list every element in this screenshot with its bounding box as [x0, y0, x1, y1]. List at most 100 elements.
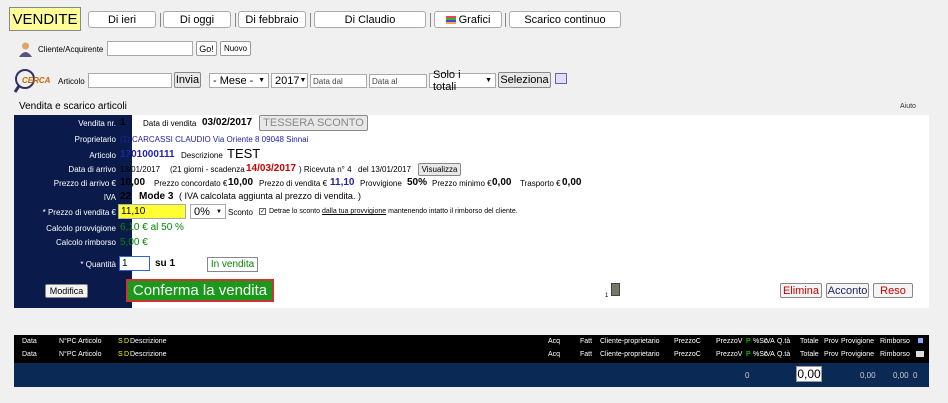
trasporto-value: 0,00	[562, 177, 582, 188]
data-dal-input[interactable]: Data dal	[310, 74, 367, 88]
tab-grafici[interactable]: Grafici	[434, 11, 502, 28]
user-icon	[19, 42, 32, 57]
label-prezzo-arrivo: Prezzo di arrivo €	[53, 179, 116, 188]
proprietario-link[interactable]: (1) CARCASSI CLAUDIO Via Oriente 8 09048…	[120, 135, 308, 144]
print-icon[interactable]	[916, 351, 924, 357]
scadenza-value: 14/03/2017	[246, 163, 297, 174]
tab-di-ieri[interactable]: Di ieri	[88, 11, 156, 28]
nuovo-button[interactable]: Nuovo	[220, 41, 251, 56]
label-proprietario: Proprietario	[74, 135, 116, 144]
list-totals	[14, 363, 929, 387]
table-header-cell: PrezzoC	[674, 338, 701, 345]
go-button[interactable]: Go!	[196, 41, 217, 56]
table-header-cell: Totale	[800, 351, 819, 358]
table-header-cell: Cliente-proprietario	[600, 351, 660, 358]
table-header-cell: IVA	[764, 351, 775, 358]
table-header-cell: S	[118, 338, 123, 345]
table-header-cell: D	[124, 351, 130, 358]
table-header-cell: S	[118, 351, 123, 358]
data-al-input[interactable]: Data al	[369, 74, 427, 88]
ricevuta-text: ) Ricevuta n° 4	[299, 165, 352, 174]
prezzo-concordato-value: 10,00	[228, 177, 254, 188]
iva-value: 22	[120, 191, 132, 202]
table-header-cell: P	[746, 338, 751, 345]
label-calcolo-rimborso: Calcolo rimborso	[55, 238, 116, 247]
label-articolo: Articolo	[89, 151, 116, 160]
prezzo-vendita-ro: 11,10	[330, 177, 355, 188]
tab-di-febbraio[interactable]: Di febbraio	[238, 11, 306, 28]
table-header-cell: N°PC Articolo	[59, 351, 102, 358]
phone-icon	[611, 283, 620, 296]
vendita-panel: Vendita nr. Proprietario Articolo Data d…	[14, 115, 929, 308]
total-count: 0	[745, 371, 750, 380]
trasporto-label: Trasporto €	[520, 179, 561, 188]
total-rimborso: 0,00	[893, 371, 909, 380]
iva-note: ( IVA calcolata aggiunta al prezzo di ve…	[179, 191, 361, 201]
articolo-input[interactable]	[88, 73, 172, 88]
table-header-cell: N°PC Articolo	[59, 338, 102, 345]
total-amount: 0,00	[796, 366, 822, 382]
vendite-button[interactable]: VENDITE	[9, 7, 81, 31]
calendar-icon[interactable]	[555, 73, 567, 84]
chevron-down-icon: ▼	[299, 77, 307, 84]
prezzo-arrivo-value: 10,00	[120, 177, 146, 188]
chevron-down-icon: ▼	[258, 77, 265, 84]
vendita-nr-value: 1	[120, 117, 126, 128]
table-header-cell: Provigione	[841, 338, 875, 345]
cerca-logo-icon: CERCA	[13, 68, 56, 94]
invia-button[interactable]: Invia	[174, 72, 201, 88]
prezzo-minimo-value: 0,00	[492, 177, 512, 188]
table-header-cell: Data	[22, 351, 37, 358]
table-header-cell: D	[124, 338, 130, 345]
count-text: 1	[605, 293, 609, 299]
table-header-cell: Q.tà	[777, 351, 791, 358]
elimina-button[interactable]: Elimina	[780, 283, 822, 298]
table-header-cell: Fatt	[580, 351, 593, 358]
quantita-input[interactable]: 1	[119, 256, 150, 271]
chevron-down-icon: ▼	[485, 77, 492, 84]
chart-icon	[445, 15, 456, 24]
tab-di-oggi[interactable]: Di oggi	[163, 11, 231, 28]
cliente-label: Cliente/Acquirente	[38, 45, 104, 54]
table-header-cell: PrezzoC	[674, 351, 701, 358]
acconto-button[interactable]: Acconto	[826, 283, 869, 298]
totali-select[interactable]: Solo i totali ▼	[429, 69, 496, 93]
label-quantita: * Quantità	[80, 260, 116, 269]
sort-icon[interactable]	[918, 338, 923, 343]
aiuto-link[interactable]: Aiuto	[900, 103, 916, 110]
tab-di-claudio[interactable]: Di Claudio	[314, 11, 426, 28]
articolo-label: Articolo	[58, 77, 85, 86]
conferma-vendita-button[interactable]: Conferma la vendita	[126, 279, 274, 302]
tessera-sconto-button[interactable]: TESSERA SCONTO	[259, 115, 368, 131]
table-header-cell: P	[746, 351, 751, 358]
table-header-cell: Totale	[800, 338, 819, 345]
label-data-arrivo: Data di arrivo	[68, 165, 116, 174]
seleziona-button[interactable]: Seleziona	[498, 72, 551, 88]
modifica-button[interactable]: Modifica	[45, 284, 88, 298]
descrizione-label: Descrizione	[181, 151, 223, 160]
articolo-code[interactable]: 1701000111	[120, 149, 175, 160]
sconto-select[interactable]: 0% ▼	[190, 204, 226, 219]
visualizza-button[interactable]: Visualizza	[418, 163, 461, 176]
table-header-cell: Provigione	[841, 351, 875, 358]
tab-scarico-continuo[interactable]: Scarico continuo	[509, 11, 621, 28]
table-header-cell: Prov	[824, 351, 839, 358]
anno-select[interactable]: 2017 ▼	[271, 73, 308, 88]
cliente-input[interactable]	[107, 41, 193, 56]
table-header-cell: PrezzoV	[716, 351, 743, 358]
provvigione-value: 50%	[407, 177, 428, 188]
reso-button[interactable]: Reso	[873, 283, 913, 298]
section-title: Vendita e scarico articoli	[19, 101, 127, 112]
provvigione-link[interactable]: dalla tua provvigione	[322, 208, 386, 215]
detrai-checkbox[interactable]: ✓	[259, 208, 266, 215]
chevron-down-icon: ▼	[216, 208, 222, 215]
table-header-cell: Descrizione	[130, 338, 167, 345]
mese-select[interactable]: - Mese - ▼	[209, 73, 269, 88]
table-header-cell: Cliente-proprietario	[600, 338, 660, 345]
table-header-cell: Acq	[548, 338, 561, 345]
total-last: 0	[913, 371, 918, 380]
giorni-text: (21 giorni - scadenza	[170, 165, 245, 174]
prezzo-minimo-label: Prezzo minimo €	[432, 179, 492, 188]
label-iva: IVA	[103, 193, 116, 202]
prezzo-vendita-input[interactable]: 11,10	[118, 204, 186, 219]
